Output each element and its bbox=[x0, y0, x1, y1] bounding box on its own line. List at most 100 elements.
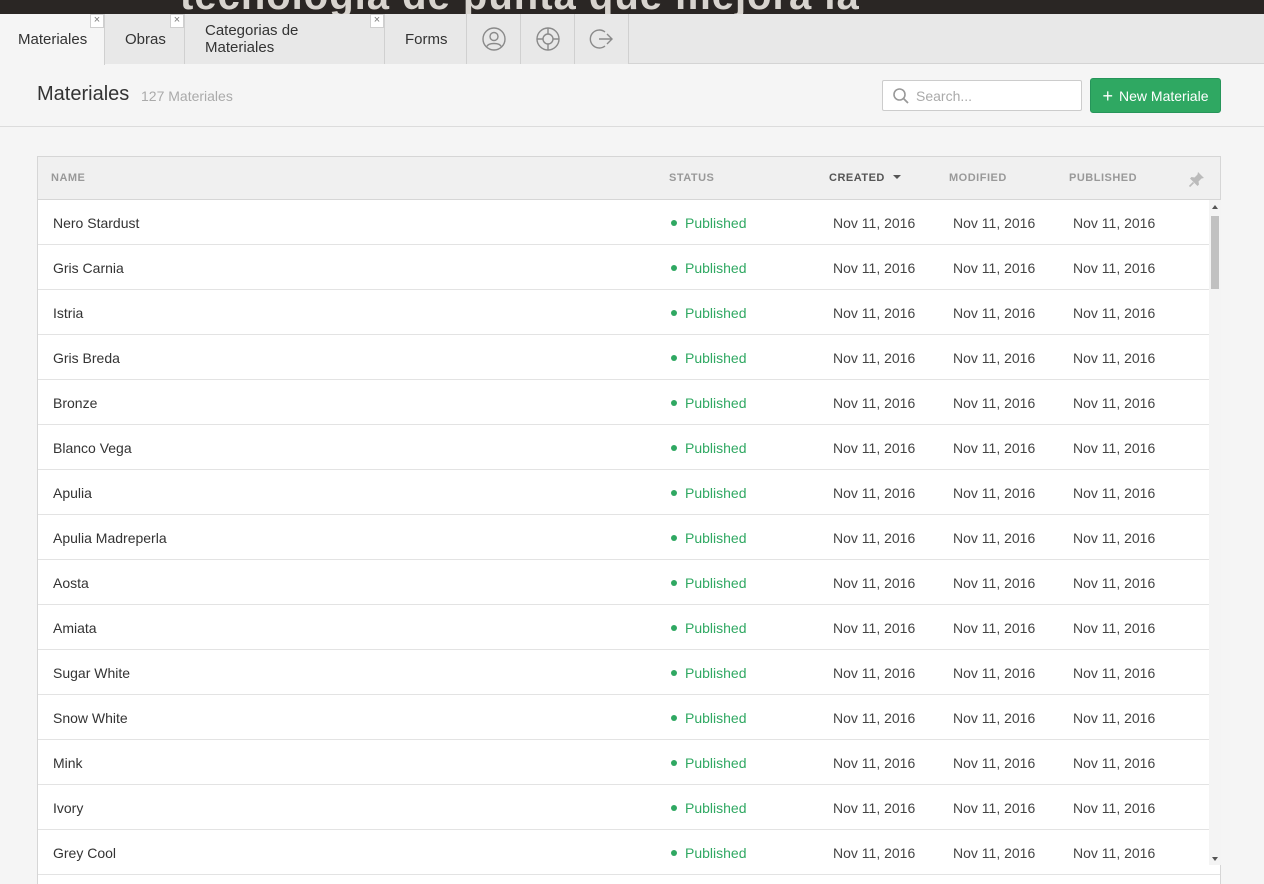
status-badge: Published bbox=[671, 710, 747, 726]
row-created: Nov 11, 2016 bbox=[833, 800, 916, 816]
table-row[interactable]: Nero Stardust Published Nov 11, 2016 Nov 11… bbox=[38, 200, 1220, 245]
row-name[interactable]: Istria bbox=[53, 305, 83, 321]
tab-forms[interactable]: Forms bbox=[385, 14, 467, 64]
table-row[interactable]: Ivory Published Nov 11, 2016 Nov 11, 2016 No… bbox=[38, 785, 1220, 830]
row-name[interactable]: Grey Cool bbox=[53, 845, 116, 861]
status-dot-icon bbox=[671, 760, 677, 767]
account-tab[interactable] bbox=[467, 14, 521, 64]
column-header-status[interactable]: STATUS bbox=[669, 172, 714, 184]
scrollbar-thumb[interactable] bbox=[1211, 216, 1219, 289]
status-label: Published bbox=[685, 350, 747, 366]
page-title: Materiales bbox=[37, 83, 130, 105]
table-row[interactable]: Blanco Vega Published Nov 11, 2016 Nov 11, … bbox=[38, 425, 1220, 470]
column-header-published[interactable]: PUBLISHED bbox=[1069, 172, 1137, 184]
row-name[interactable]: Nero Stardust bbox=[53, 215, 139, 231]
row-published: Nov 11, 2016 bbox=[1073, 620, 1156, 636]
row-created: Nov 11, 2016 bbox=[833, 215, 916, 231]
row-name[interactable]: Amiata bbox=[53, 620, 97, 636]
table-row[interactable]: Amiata Published Nov 11, 2016 Nov 11, 2016 N… bbox=[38, 605, 1220, 650]
status-dot-icon bbox=[671, 310, 677, 317]
status-badge: Published bbox=[671, 800, 747, 816]
tab-categorias-de-materiales[interactable]: Categorias de Materiales × bbox=[185, 14, 385, 64]
tab-obras[interactable]: Obras × bbox=[105, 14, 185, 64]
scroll-down-icon[interactable] bbox=[1212, 857, 1218, 861]
status-label: Published bbox=[685, 800, 747, 816]
row-name[interactable]: Apulia Madreperla bbox=[53, 530, 167, 546]
new-materiale-button[interactable]: + New Materiale bbox=[1090, 78, 1221, 113]
tab-label: Forms bbox=[405, 30, 448, 48]
row-created: Nov 11, 2016 bbox=[833, 710, 916, 726]
row-created: Nov 11, 2016 bbox=[833, 350, 916, 366]
row-modified: Nov 11, 2016 bbox=[953, 305, 1036, 321]
table-row[interactable]: Aosta Published Nov 11, 2016 Nov 11, 2016 No… bbox=[38, 560, 1220, 605]
status-label: Published bbox=[685, 440, 747, 456]
status-badge: Published bbox=[671, 260, 747, 276]
sign-out-tab[interactable] bbox=[575, 14, 629, 64]
row-name[interactable]: Snow White bbox=[53, 710, 128, 726]
table-row[interactable]: Grey Cool Published Nov 11, 2016 Nov 11, 20… bbox=[38, 830, 1220, 875]
row-published: Nov 11, 2016 bbox=[1073, 530, 1156, 546]
status-dot-icon bbox=[671, 490, 677, 497]
help-tab[interactable] bbox=[521, 14, 575, 64]
row-modified: Nov 11, 2016 bbox=[953, 485, 1036, 501]
status-label: Published bbox=[685, 395, 747, 411]
row-name[interactable]: Gris Breda bbox=[53, 350, 120, 366]
row-modified: Nov 11, 2016 bbox=[953, 755, 1036, 771]
close-icon[interactable]: × bbox=[370, 14, 384, 28]
tab-label: Obras bbox=[125, 30, 166, 48]
sign-out-icon bbox=[589, 29, 613, 49]
row-name[interactable]: Blanco Vega bbox=[53, 440, 132, 456]
tab-label: Materiales bbox=[18, 31, 88, 48]
status-dot-icon bbox=[671, 850, 677, 857]
row-modified: Nov 11, 2016 bbox=[953, 845, 1036, 861]
table-row[interactable]: Gris Breda Published Nov 11, 2016 Nov 11, 2… bbox=[38, 335, 1220, 380]
table-row[interactable]: Apulia Madreperla Published Nov 11, 2016 No… bbox=[38, 515, 1220, 560]
table-body: Nero Stardust Published Nov 11, 2016 Nov 11… bbox=[38, 200, 1220, 875]
row-modified: Nov 11, 2016 bbox=[953, 575, 1036, 591]
row-published: Nov 11, 2016 bbox=[1073, 215, 1156, 231]
row-published: Nov 11, 2016 bbox=[1073, 710, 1156, 726]
table-row[interactable]: Apulia Published Nov 11, 2016 Nov 11, 2016 N… bbox=[38, 470, 1220, 515]
table-row[interactable]: Snow White Published Nov 11, 2016 Nov 11, 2… bbox=[38, 695, 1220, 740]
row-modified: Nov 11, 2016 bbox=[953, 395, 1036, 411]
table-row[interactable]: Sugar White Published Nov 11, 2016 Nov 11, … bbox=[38, 650, 1220, 695]
table-row[interactable]: Istria Published Nov 11, 2016 Nov 11, 2016 N… bbox=[38, 290, 1220, 335]
search-input[interactable] bbox=[916, 87, 1076, 104]
tab-materiales[interactable]: Materiales × bbox=[0, 14, 105, 65]
status-dot-icon bbox=[671, 355, 677, 362]
row-name[interactable]: Gris Carnia bbox=[53, 260, 124, 276]
search-box[interactable] bbox=[882, 80, 1082, 111]
row-created: Nov 11, 2016 bbox=[833, 665, 916, 681]
column-header-name[interactable]: NAME bbox=[51, 172, 85, 184]
row-name[interactable]: Aosta bbox=[53, 575, 89, 591]
row-name[interactable]: Mink bbox=[53, 755, 83, 771]
table-scrollbar[interactable] bbox=[1209, 200, 1221, 865]
row-name[interactable]: Apulia bbox=[53, 485, 92, 501]
row-created: Nov 11, 2016 bbox=[833, 575, 916, 591]
scroll-up-icon[interactable] bbox=[1212, 205, 1218, 209]
table-row[interactable]: Bronze Published Nov 11, 2016 Nov 11, 2016 N… bbox=[38, 380, 1220, 425]
status-dot-icon bbox=[671, 580, 677, 587]
table-row[interactable]: Gris Carnia Published Nov 11, 2016 Nov 11, … bbox=[38, 245, 1220, 290]
status-dot-icon bbox=[671, 535, 677, 542]
column-header-created[interactable]: CREATED bbox=[829, 172, 901, 184]
row-published: Nov 11, 2016 bbox=[1073, 395, 1156, 411]
status-badge: Published bbox=[671, 440, 747, 456]
list-header: Materiales 127 Materiales + New Material… bbox=[0, 64, 1264, 127]
item-count: 127 Materiales bbox=[141, 88, 233, 104]
table-row[interactable]: Mink Published Nov 11, 2016 Nov 11, 2016 Nov… bbox=[38, 740, 1220, 785]
pin-icon[interactable] bbox=[1188, 170, 1206, 188]
row-modified: Nov 11, 2016 bbox=[953, 530, 1036, 546]
close-icon[interactable]: × bbox=[170, 14, 184, 28]
row-name[interactable]: Sugar White bbox=[53, 665, 130, 681]
status-label: Published bbox=[685, 845, 747, 861]
row-name[interactable]: Ivory bbox=[53, 800, 83, 816]
column-header-modified[interactable]: MODIFIED bbox=[949, 172, 1007, 184]
status-label: Published bbox=[685, 485, 747, 501]
row-name[interactable]: Bronze bbox=[53, 395, 97, 411]
row-created: Nov 11, 2016 bbox=[833, 395, 916, 411]
row-modified: Nov 11, 2016 bbox=[953, 800, 1036, 816]
close-icon[interactable]: × bbox=[90, 14, 104, 28]
row-created: Nov 11, 2016 bbox=[833, 620, 916, 636]
row-modified: Nov 11, 2016 bbox=[953, 620, 1036, 636]
